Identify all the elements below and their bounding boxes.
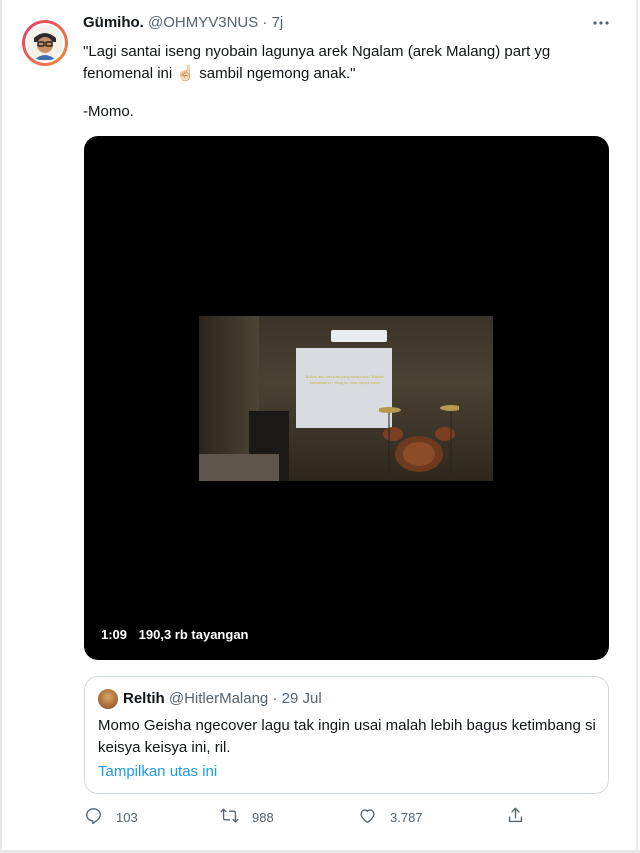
quoted-tweet[interactable]: Reltih @HitlerMalang · 29 Jul Momo Geish… — [84, 676, 609, 794]
share-button[interactable] — [506, 806, 538, 828]
tweet-text: "Lagi santai iseng nyobain lagunya arek … — [83, 41, 603, 85]
share-icon — [506, 806, 538, 828]
quoted-separator: · — [272, 690, 278, 707]
more-horizontal-icon[interactable] — [592, 14, 610, 37]
retweet-button[interactable]: 988 — [220, 806, 274, 828]
video-scene-drum-kit — [379, 405, 459, 474]
quoted-author-display-name[interactable]: Reltih — [123, 690, 165, 707]
video-scene-projector-screen: Bukan aku mencari yang sempurna / Biarla… — [296, 348, 392, 428]
quoted-author-handle[interactable]: @HitlerMalang — [169, 690, 268, 707]
avatar-image — [25, 23, 65, 63]
show-thread-link[interactable]: Tampilkan utas ini — [98, 763, 217, 780]
retweet-count: 988 — [252, 809, 274, 825]
reply-icon — [84, 806, 116, 828]
quoted-timestamp[interactable]: 29 Jul — [282, 690, 322, 707]
like-count: 3.787 — [390, 809, 423, 825]
tweet-header: Gümiho. @OHMYV3NUS · 7j — [83, 14, 283, 31]
like-button[interactable]: 3.787 — [358, 806, 423, 828]
avatar[interactable] — [22, 20, 68, 66]
video-view-count: 190,3 rb tayangan — [138, 627, 249, 642]
tweet-actions: 103 988 3.787 — [84, 806, 544, 830]
video-duration: 1:09 — [101, 627, 128, 642]
quoted-tweet-text: Momo Geisha ngecover lagu tak ingin usai… — [98, 717, 596, 756]
video-player[interactable]: Bukan aku mencari yang sempurna / Biarla… — [84, 136, 609, 660]
tweet-timestamp[interactable]: 7j — [272, 14, 284, 31]
quoted-avatar[interactable] — [98, 689, 118, 709]
video-stats: 1:09 190,3 rb tayangan — [101, 627, 256, 642]
window-edge-left — [0, 0, 2, 853]
video-scene-sofa — [199, 454, 279, 481]
separator: · — [262, 14, 268, 31]
video-scene-air-conditioner — [331, 330, 387, 342]
tweet-body: "Lagi santai iseng nyobain lagunya arek … — [83, 43, 555, 82]
reply-count: 103 — [116, 809, 138, 825]
like-icon — [358, 806, 390, 828]
reply-button[interactable]: 103 — [84, 806, 138, 828]
video-scene-lyrics: Bukan aku mencari yang sempurna / Biarla… — [305, 374, 385, 385]
quoted-tweet-header: Reltih @HitlerMalang · 29 Jul — [123, 690, 322, 707]
author-handle[interactable]: @OHMYV3NUS — [148, 14, 258, 31]
author-display-name[interactable]: Gümiho. — [83, 14, 144, 31]
window-edge-right — [636, 0, 638, 853]
video-thumbnail: Bukan aku mencari yang sempurna / Biarla… — [199, 316, 493, 481]
retweet-icon — [220, 806, 252, 828]
tweet-signature: -Momo. — [83, 103, 134, 120]
